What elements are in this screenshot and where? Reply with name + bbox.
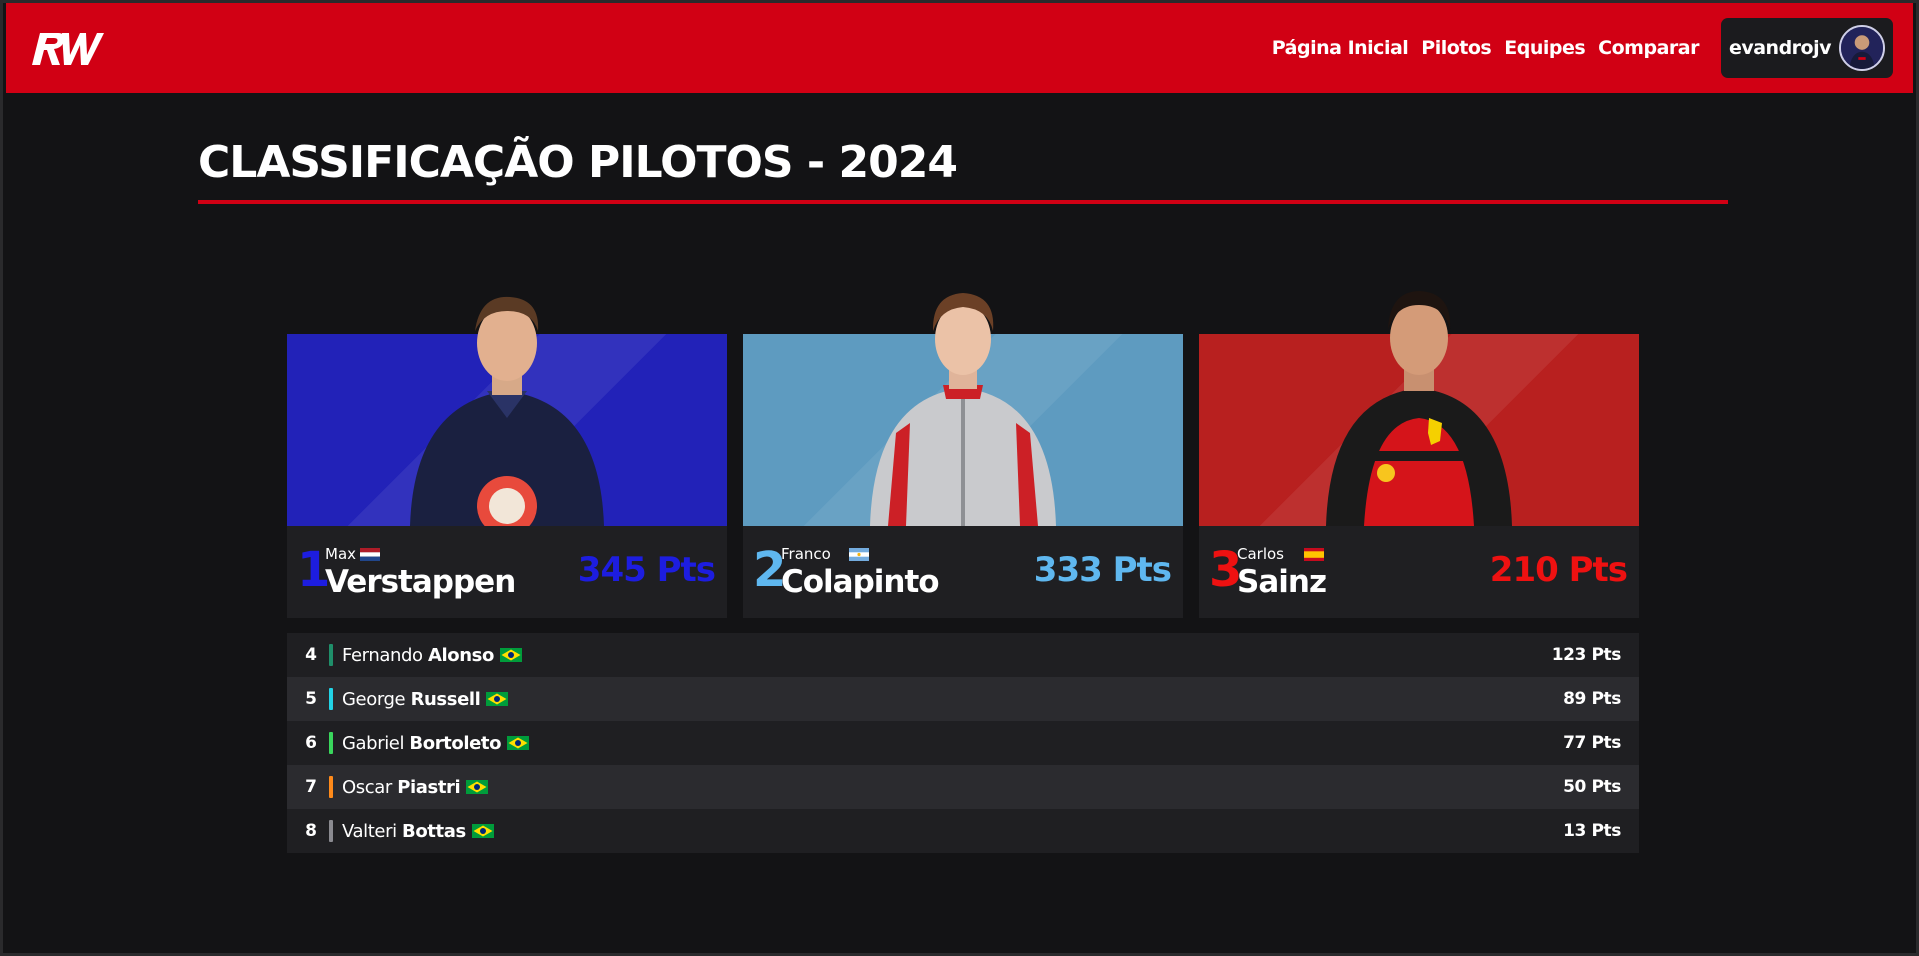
row-position: 6 <box>305 733 317 753</box>
driver-points: 345 Pts <box>577 550 716 590</box>
driver-points: 210 Pts <box>1489 550 1628 590</box>
row-position: 5 <box>305 689 317 709</box>
nav-drivers-link[interactable]: Pilotos <box>1421 37 1491 59</box>
standings-row[interactable]: 4 Fernando Alonso 123 Pts <box>287 633 1639 677</box>
driver-info: 3 Carlos Sainz 210 Pts <box>1199 526 1639 618</box>
nav-home-link[interactable]: Página Inicial <box>1272 37 1409 59</box>
driver-photo <box>410 296 604 526</box>
brazil-flag-icon <box>471 824 494 838</box>
page-title: CLASSIFICAÇÃO PILOTOS - 2024 <box>198 137 958 188</box>
row-driver-name: George Russell <box>342 688 481 710</box>
podium-card-second[interactable]: 2 Franco Colapinto 333 Pts <box>743 273 1183 618</box>
nav-compare-link[interactable]: Comparar <box>1598 37 1699 59</box>
team-color-bar <box>329 688 333 710</box>
team-color-bar <box>329 732 333 754</box>
standings-row[interactable]: 5 George Russell 89 Pts <box>287 677 1639 721</box>
podium-card-third[interactable]: 3 Carlos Sainz 210 Pts <box>1199 273 1639 618</box>
row-position: 7 <box>305 777 317 797</box>
podium-card-first[interactable]: 1 Max Verstappen 345 Pts <box>287 273 727 618</box>
team-color-bar <box>329 644 333 666</box>
brazil-flag-icon <box>486 692 509 706</box>
driver-info: 1 Max Verstappen 345 Pts <box>287 526 727 618</box>
driver-points: 333 Pts <box>1033 550 1172 590</box>
driver-first-name: Franco <box>781 545 831 563</box>
team-color-bar <box>329 776 333 798</box>
username: evandrojv <box>1728 37 1832 59</box>
site-logo[interactable] <box>28 25 106 71</box>
user-menu-button[interactable]: evandrojv <box>1720 18 1893 78</box>
standings-row[interactable]: 8 Valteri Bottas 13 Pts <box>287 809 1639 853</box>
driver-photo <box>1326 291 1512 526</box>
user-avatar <box>1839 25 1885 71</box>
driver-info: 2 Franco Colapinto 333 Pts <box>743 526 1183 618</box>
spain-flag-icon <box>1304 548 1324 561</box>
driver-photo <box>870 293 1056 526</box>
standings-list: 4 Fernando Alonso 123 Pts 5 George Russe… <box>287 633 1639 853</box>
brazil-flag-icon <box>507 736 530 750</box>
standings-row[interactable]: 7 Oscar Piastri 50 Pts <box>287 765 1639 809</box>
top-navbar: Página Inicial Pilotos Equipes Comparar … <box>6 3 1913 93</box>
podium: 1 Max Verstappen 345 Pts 2 Franco Colapi… <box>287 273 1639 618</box>
team-color-bar <box>329 820 333 842</box>
driver-first-name: Carlos <box>1237 545 1284 563</box>
row-points: 89 Pts <box>1563 689 1621 709</box>
row-driver-name: Gabriel Bortoleto <box>342 732 502 754</box>
row-driver-name: Oscar Piastri <box>342 776 461 798</box>
driver-last-name: Verstappen <box>325 564 516 600</box>
brazil-flag-icon <box>499 648 522 662</box>
netherlands-flag-icon <box>360 548 380 561</box>
row-points: 50 Pts <box>1563 777 1621 797</box>
row-position: 4 <box>305 645 317 665</box>
row-driver-name: Fernando Alonso <box>342 644 494 666</box>
row-driver-name: Valteri Bottas <box>342 820 466 842</box>
row-position: 8 <box>305 821 317 841</box>
argentina-flag-icon <box>849 548 869 561</box>
standings-row[interactable]: 6 Gabriel Bortoleto 77 Pts <box>287 721 1639 765</box>
title-underline <box>198 200 1728 204</box>
row-points: 13 Pts <box>1563 821 1621 841</box>
row-points: 77 Pts <box>1563 733 1621 753</box>
driver-first-name: Max <box>325 545 357 563</box>
brazil-flag-icon <box>466 780 489 794</box>
driver-last-name: Sainz <box>1237 564 1327 600</box>
driver-last-name: Colapinto <box>781 564 940 600</box>
main-nav: Página Inicial Pilotos Equipes Comparar … <box>1259 18 1893 78</box>
nav-teams-link[interactable]: Equipes <box>1504 37 1585 59</box>
row-points: 123 Pts <box>1551 645 1622 665</box>
